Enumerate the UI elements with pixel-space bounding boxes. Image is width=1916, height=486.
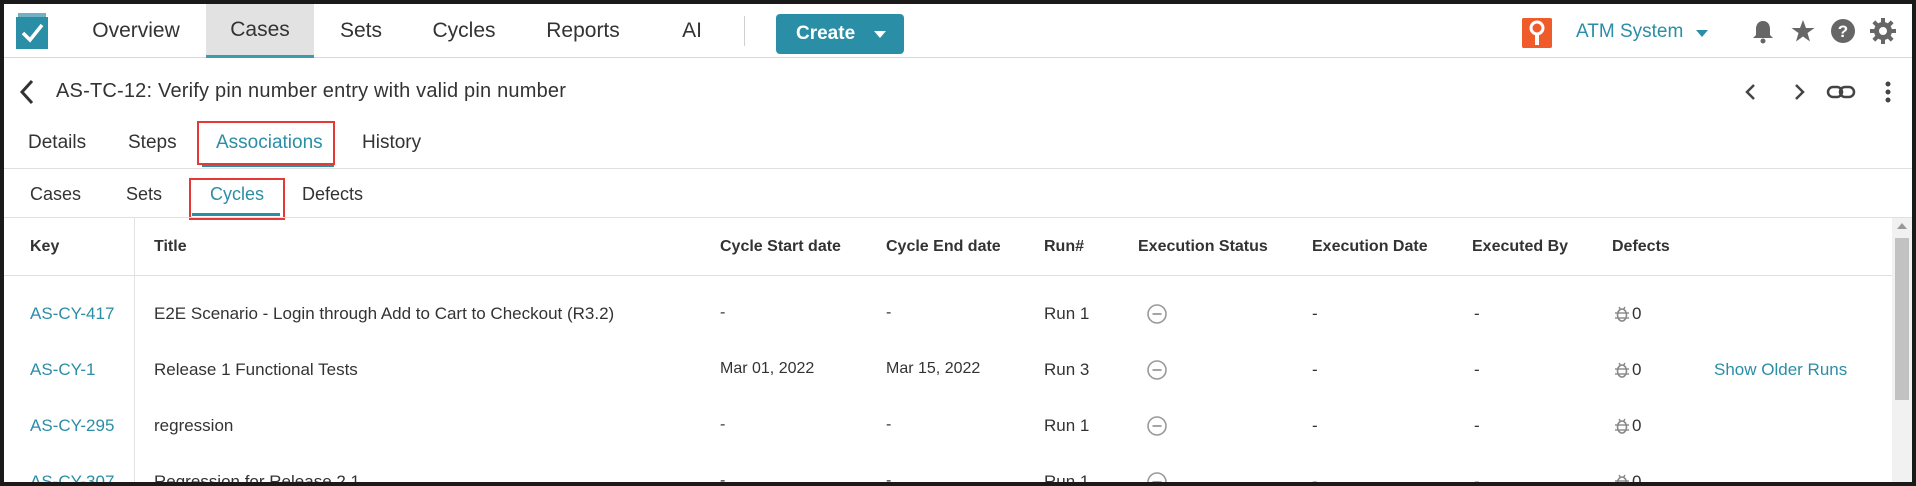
svg-text:?: ? bbox=[1838, 22, 1848, 41]
column-header-cycle-start-date[interactable]: Cycle Start date bbox=[720, 238, 841, 256]
page-title: AS-TC-12: Verify pin number entry with v… bbox=[56, 80, 567, 102]
run-number: Run 1 bbox=[1044, 416, 1090, 435]
cycle-end-date: - bbox=[886, 416, 892, 433]
bug-icon bbox=[1615, 418, 1629, 434]
executed-by: - bbox=[1474, 360, 1480, 379]
tab-details[interactable]: Details bbox=[28, 132, 86, 168]
star-icon[interactable] bbox=[1790, 18, 1816, 44]
nav-divider bbox=[744, 16, 745, 46]
cycle-key-link[interactable]: AS-CY-307 bbox=[30, 472, 114, 482]
cycle-title: E2E Scenario - Login through Add to Cart… bbox=[154, 304, 615, 323]
cycle-key-link[interactable]: AS-CY-417 bbox=[30, 304, 114, 324]
next-icon[interactable] bbox=[1786, 79, 1812, 105]
create-button-label: Create bbox=[796, 23, 856, 44]
bug-icon bbox=[1615, 362, 1629, 378]
execution-date: - bbox=[1312, 472, 1318, 486]
project-chevron-down-icon[interactable] bbox=[1696, 30, 1708, 37]
tab-steps[interactable]: Steps bbox=[128, 132, 177, 168]
nav-tab-ai[interactable]: AI bbox=[668, 4, 716, 58]
not-executed-status-icon[interactable] bbox=[1146, 359, 1168, 381]
not-executed-status-icon[interactable] bbox=[1146, 303, 1168, 325]
cycle-end-date: Mar 15, 2022 bbox=[886, 360, 981, 377]
scroll-up-arrow-icon[interactable] bbox=[1897, 223, 1907, 229]
more-vertical-icon[interactable] bbox=[1878, 79, 1898, 105]
cycle-end-date: - bbox=[886, 304, 892, 321]
table-header-divider bbox=[4, 275, 1892, 276]
top-nav: Overview Cases Sets Cycles Reports AI Cr… bbox=[4, 4, 1912, 58]
bug-icon bbox=[1615, 306, 1629, 322]
nav-tab-overview[interactable]: Overview bbox=[76, 4, 196, 58]
subtab-cases[interactable]: Cases bbox=[30, 184, 81, 205]
previous-icon[interactable] bbox=[1738, 79, 1764, 105]
app-window: Overview Cases Sets Cycles Reports AI Cr… bbox=[0, 0, 1916, 486]
highlight-box-associations bbox=[197, 121, 335, 165]
column-header-defects[interactable]: Defects bbox=[1612, 238, 1670, 256]
not-executed-status-icon[interactable] bbox=[1146, 415, 1168, 437]
execution-date: - bbox=[1312, 416, 1318, 435]
cycle-title: Release 1 Functional Tests bbox=[154, 360, 358, 379]
defects-count: 0 bbox=[1632, 360, 1642, 379]
executed-by: - bbox=[1474, 416, 1480, 435]
cycle-title: regression bbox=[154, 416, 234, 435]
cycle-start-date: Mar 01, 2022 bbox=[720, 360, 815, 377]
not-executed-status-icon[interactable] bbox=[1146, 471, 1168, 486]
gear-icon[interactable] bbox=[1870, 18, 1896, 44]
cycle-key-link[interactable]: AS-CY-295 bbox=[30, 416, 114, 436]
execution-date: - bbox=[1312, 304, 1318, 323]
cycle-start-date: - bbox=[720, 304, 726, 321]
cycle-title: Regression for Release 2.1 bbox=[154, 472, 361, 486]
column-header-title[interactable]: Title bbox=[154, 238, 187, 256]
run-number: Run 3 bbox=[1044, 360, 1090, 379]
column-header-run[interactable]: Run# bbox=[1044, 238, 1084, 256]
bell-icon[interactable] bbox=[1750, 18, 1776, 44]
column-header-executed-by[interactable]: Executed By bbox=[1472, 238, 1568, 256]
tab-history[interactable]: History bbox=[362, 132, 421, 168]
nav-tab-cycles[interactable]: Cycles bbox=[424, 4, 504, 58]
column-header-key[interactable]: Key bbox=[30, 238, 59, 256]
table-row: AS-CY-1 Release 1 Functional Tests Mar 0… bbox=[4, 342, 1892, 398]
table-row: AS-CY-417 E2E Scenario - Login through A… bbox=[4, 286, 1892, 342]
column-header-execution-status[interactable]: Execution Status bbox=[1138, 238, 1268, 256]
subtab-sets[interactable]: Sets bbox=[126, 184, 162, 205]
show-older-runs-link[interactable]: Show Older Runs bbox=[1714, 360, 1847, 380]
defects-count: 0 bbox=[1632, 416, 1642, 435]
chevron-down-icon bbox=[874, 31, 886, 38]
table-scrollbar[interactable] bbox=[1892, 218, 1912, 482]
defects-count: 0 bbox=[1632, 472, 1642, 486]
executed-by: - bbox=[1474, 304, 1480, 323]
back-arrow-icon[interactable] bbox=[18, 78, 36, 106]
column-header-execution-date[interactable]: Execution Date bbox=[1312, 238, 1428, 256]
cycle-start-date: - bbox=[720, 416, 726, 433]
cycle-key-link[interactable]: AS-CY-1 bbox=[30, 360, 96, 380]
defects-count: 0 bbox=[1632, 304, 1642, 323]
execution-date: - bbox=[1312, 360, 1318, 379]
project-icon bbox=[1522, 18, 1552, 48]
project-selector[interactable]: ATM System bbox=[1576, 21, 1683, 43]
link-icon[interactable] bbox=[1826, 79, 1856, 105]
subtab-defects[interactable]: Defects bbox=[302, 184, 363, 205]
nav-tab-reports[interactable]: Reports bbox=[532, 4, 634, 58]
help-icon[interactable]: ? bbox=[1830, 18, 1856, 44]
nav-tab-sets[interactable]: Sets bbox=[326, 4, 396, 58]
run-number: Run 1 bbox=[1044, 472, 1090, 486]
scrollbar-thumb[interactable] bbox=[1895, 238, 1909, 400]
nav-tab-cases[interactable]: Cases bbox=[206, 4, 314, 58]
cycle-start-date: - bbox=[720, 472, 726, 486]
table-row: AS-CY-307 Regression for Release 2.1 - -… bbox=[4, 454, 1892, 486]
table-row: AS-CY-295 regression - - Run 1 - - 0 bbox=[4, 398, 1892, 454]
tabs-divider bbox=[4, 168, 1912, 169]
column-header-cycle-end-date[interactable]: Cycle End date bbox=[886, 238, 1001, 256]
executed-by: - bbox=[1474, 472, 1480, 486]
subtabs-divider bbox=[4, 217, 1912, 218]
run-number: Run 1 bbox=[1044, 304, 1090, 323]
app-logo-icon[interactable] bbox=[14, 12, 50, 50]
create-button[interactable]: Create bbox=[776, 14, 904, 54]
highlight-box-cycles bbox=[189, 178, 285, 220]
cycle-end-date: - bbox=[886, 472, 892, 486]
bug-icon bbox=[1615, 474, 1629, 482]
